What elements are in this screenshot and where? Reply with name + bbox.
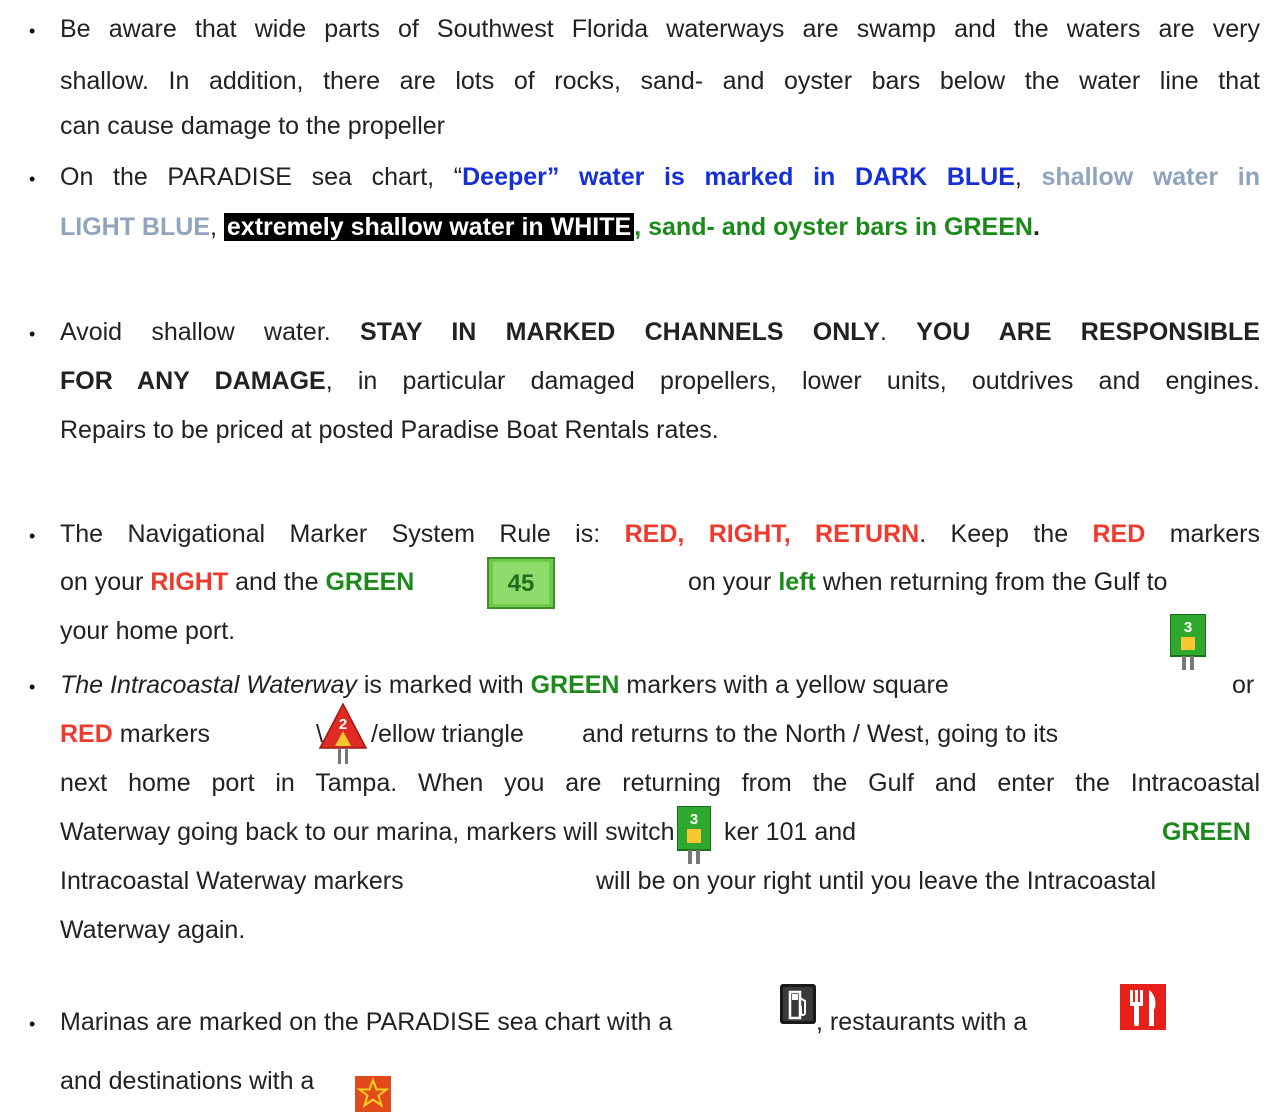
bullet5-line2a: RED markers (60, 722, 210, 747)
b4-pre: The Navigational Marker System Rule is: (60, 520, 601, 548)
bullet5-line5b: will be on your right until you leave th… (596, 867, 1157, 895)
b2-light-blue-2: LIGHT BLUE (60, 213, 210, 241)
bullet5-line4b: ker 101 and (724, 820, 856, 845)
b3-rest2: , in particular damaged propellers, lowe… (325, 367, 1260, 395)
bullet3-line3: Repairs to be priced at posted Paradise … (60, 416, 719, 444)
bullet1-line1: Be aware that wide parts of Southwest Fl… (60, 15, 1260, 43)
bullet2-line2: LIGHT BLUE, extremely shallow water in W… (60, 213, 1040, 241)
bullet6-line1a: Marinas are marked on the PARADISE sea c… (60, 1008, 673, 1036)
bullet: • (29, 169, 36, 189)
bullet: • (29, 526, 36, 546)
svg-text:45: 45 (508, 570, 535, 597)
b4-mid: . Keep the (919, 520, 1069, 548)
b5-italic: The Intracoastal Waterway (60, 671, 357, 699)
bullet: • (29, 324, 36, 344)
svg-text:3: 3 (690, 811, 698, 828)
bullet6-line1b: , restaurants with a (816, 1008, 1028, 1036)
bullet6-line2: and destinations with a (60, 1067, 315, 1095)
star-icon (355, 1076, 391, 1112)
b4-on-your-2: on your (688, 568, 772, 596)
b4-green: GREEN (325, 568, 415, 596)
bullet3-line1: Avoid shallow water. STAY IN MARKED CHAN… (60, 320, 1260, 345)
b2-period: . (1032, 213, 1040, 241)
bullet5-or: or (1232, 671, 1255, 699)
b5-green: GREEN (530, 671, 620, 699)
bullet5-line5a: Intracoastal Waterway markers (60, 867, 404, 895)
bullet5-line4-green: GREEN (1162, 820, 1251, 845)
b3-dot: . (879, 318, 887, 346)
b4-tail: when returning from the Gulf to (822, 568, 1168, 596)
bullet: • (29, 1014, 36, 1034)
bullet5-line4a: Waterway going back to our marina, marke… (60, 818, 675, 846)
b4-right: RIGHT (150, 568, 229, 596)
green-marker-3-icon: 3 (676, 805, 712, 864)
b5-red: RED (60, 720, 113, 748)
b2-comma: , (1014, 163, 1022, 191)
bullet5-line6: Waterway again. (60, 916, 246, 944)
b4-left: left (778, 568, 816, 596)
bullet4-line3: your home port. (60, 617, 236, 645)
svg-text:3: 3 (1184, 619, 1192, 636)
bullet5-returns: and returns to the North / West, going t… (582, 720, 1059, 748)
b3-bold2a: YOU ARE RESPONSIBLE (916, 318, 1260, 346)
b5-markers: markers (119, 720, 211, 748)
b5-ker: ker 101 and (724, 818, 857, 846)
bullet1-line2: shallow. In addition, there are lots of … (60, 67, 1260, 95)
b4-rule: RED, RIGHT, RETURN (624, 520, 920, 548)
bullet5-line3: next home port in Tampa. When you are re… (60, 769, 1260, 797)
b2-light-blue-1: shallow water in (1041, 163, 1261, 191)
b4-markers: markers (1169, 520, 1260, 548)
b4-red: RED (1092, 520, 1146, 548)
b2-comma: , (210, 213, 217, 241)
bullet4-line1: The Navigational Marker System Rule is: … (60, 522, 1260, 547)
bullet4-line2b: on your left when returning from the Gul… (688, 570, 1167, 595)
green-marker-45-icon: 45 (487, 557, 555, 609)
b3-pre: Avoid shallow water. (60, 318, 331, 346)
b3-bold2b: FOR ANY DAMAGE (60, 367, 326, 395)
svg-text:2: 2 (339, 716, 347, 733)
b5-is-marked: is marked with (363, 671, 524, 699)
bullet2-line1: On the PARADISE sea chart, “Deeper” wate… (60, 165, 1260, 190)
b4-on-your: on your (60, 568, 144, 596)
bullet: • (29, 21, 36, 41)
green-marker-3-icon: 3 (1169, 613, 1207, 670)
fuel-pump-icon (780, 984, 816, 1024)
bullet: • (29, 677, 36, 697)
bullet5-line1: The Intracoastal Waterway is marked with… (60, 673, 949, 698)
bullet5-yellow-tri: /ellow triangle (371, 720, 524, 748)
b2-white: extremely shallow water in WHITE (223, 213, 635, 241)
b2-pre: On the PARADISE sea chart, “ (60, 163, 463, 191)
bullet4-line2: on your RIGHT and the GREEN ers (60, 570, 528, 595)
b2-dark-blue: Deeper” water is marked in DARK BLUE (462, 163, 1015, 191)
bullet1-line3: can cause damage to the propeller (60, 112, 445, 140)
restaurant-icon (1120, 984, 1166, 1030)
b5-l4-green: GREEN (1162, 818, 1251, 846)
b4-and-the: and the (235, 568, 319, 596)
b2-green: sand- and oyster bars in GREEN (648, 213, 1033, 241)
b2-comma-green: , (634, 213, 642, 241)
bullet3-line2: FOR ANY DAMAGE, in particular damaged pr… (60, 369, 1260, 394)
b3-bold1: STAY IN MARKED CHANNELS ONLY (360, 318, 880, 346)
b5-mid: markers with a yellow square (626, 671, 949, 699)
red-marker-2-icon: 2 (318, 702, 368, 764)
